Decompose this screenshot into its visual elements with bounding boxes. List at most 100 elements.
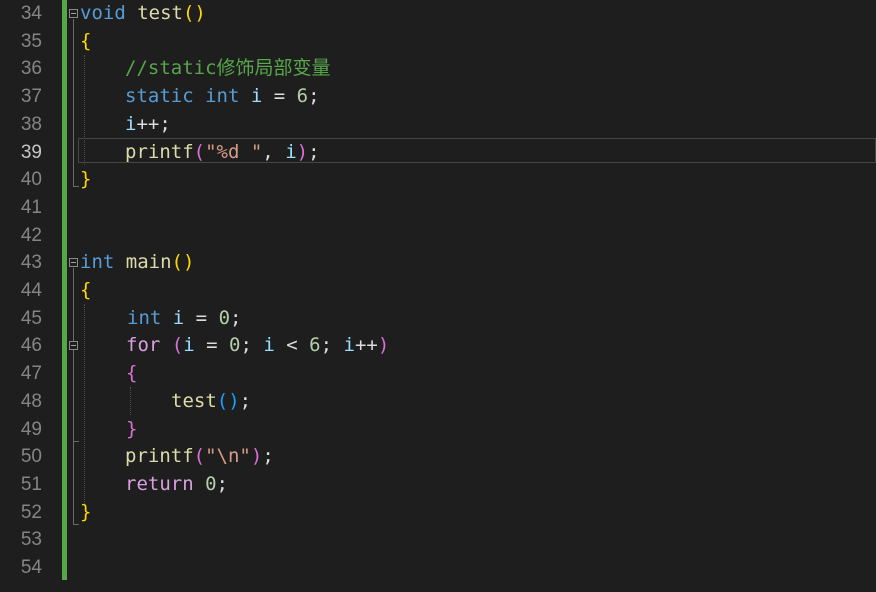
variable: i — [263, 334, 275, 357]
brace: } — [80, 168, 92, 191]
code-line-40[interactable]: } — [80, 166, 91, 193]
comment: //static修饰局部变量 — [125, 57, 331, 80]
fold-range-end — [73, 186, 79, 187]
semicolon: ; — [308, 85, 320, 108]
paren-close: ) — [250, 445, 263, 468]
line-number: 48 — [20, 390, 42, 412]
variable: i — [172, 306, 185, 329]
collapse-icon[interactable] — [69, 9, 78, 18]
brace: } — [126, 417, 138, 440]
line-number: 41 — [20, 196, 42, 218]
line-number: 40 — [20, 169, 42, 191]
semicolon: ; — [262, 445, 274, 468]
line-number: 53 — [20, 529, 42, 551]
code-line-35[interactable]: { — [80, 28, 91, 55]
code-line-46[interactable]: for (i = 0; i < 6; i++) — [126, 332, 389, 359]
semicolon: ; — [230, 306, 242, 329]
code-line-45[interactable]: int i = 0; — [127, 305, 241, 332]
change-tracking-bar — [62, 0, 67, 580]
code-line-37[interactable]: static int i = 6; — [125, 83, 320, 110]
line-number: 50 — [20, 446, 42, 468]
semicolon: ; — [240, 334, 264, 357]
code-line-49[interactable]: } — [126, 416, 137, 443]
brace: { — [126, 362, 138, 385]
operator: = — [262, 85, 297, 108]
code-line-44[interactable]: { — [80, 277, 91, 304]
indent-guide — [84, 55, 85, 165]
keyword: int — [205, 85, 240, 108]
line-number-current: 39 — [20, 141, 42, 163]
paren-close: ) — [296, 140, 309, 163]
fold-range-end — [73, 441, 79, 442]
collapse-icon[interactable] — [69, 341, 78, 350]
line-number: 43 — [20, 252, 42, 274]
operator: ++ — [354, 334, 378, 357]
operator: < — [274, 334, 310, 357]
code-line-39[interactable]: printf("%d ", i); — [125, 139, 320, 166]
operator: = — [184, 306, 219, 329]
variable: i — [183, 334, 195, 357]
semicolon: ; — [239, 389, 252, 412]
code-line-51[interactable]: return 0; — [125, 471, 228, 498]
code-line-52[interactable]: } — [80, 499, 91, 526]
line-number: 42 — [20, 224, 42, 246]
paren-close: ) — [377, 334, 390, 357]
line-number: 36 — [20, 58, 42, 80]
number: 0 — [229, 334, 241, 357]
keyword: return — [125, 472, 194, 495]
code-line-34[interactable]: void test() — [80, 0, 206, 27]
variable: i — [285, 140, 297, 163]
number: 6 — [296, 85, 309, 108]
paren-open: ( — [171, 334, 184, 357]
semicolon: ; — [216, 472, 228, 495]
comma: , — [262, 140, 286, 163]
fold-range-end — [73, 524, 79, 525]
code-line-38[interactable]: i++; — [125, 111, 171, 138]
function-name: main — [125, 251, 172, 274]
line-number: 47 — [20, 363, 42, 385]
fold-range-line — [73, 19, 74, 186]
function-name: printf — [125, 445, 194, 468]
brace: { — [80, 29, 92, 52]
brace: } — [80, 500, 92, 523]
code-editor[interactable]: 34 35 36 37 38 39 40 41 42 43 44 45 46 4… — [0, 0, 876, 592]
semicolon: ; — [320, 334, 344, 357]
parentheses: () — [182, 2, 206, 24]
line-number: 46 — [20, 335, 42, 357]
paren-open: ( — [193, 445, 206, 468]
keyword: int — [80, 251, 115, 274]
line-number: 44 — [20, 280, 42, 301]
operator: ++; — [136, 112, 171, 135]
line-number: 52 — [20, 501, 42, 523]
code-line-36[interactable]: //static修饰局部变量 — [125, 55, 331, 82]
parentheses: () — [216, 389, 240, 412]
string-literal: "\n" — [205, 445, 251, 468]
function-name: test — [137, 2, 183, 24]
number: 0 — [205, 472, 217, 495]
code-line-43[interactable]: int main() — [80, 249, 194, 276]
parentheses: () — [171, 251, 195, 274]
semicolon: ; — [308, 140, 320, 163]
keyword: for — [126, 334, 161, 357]
line-number: 45 — [20, 307, 42, 329]
keyword: void — [80, 2, 126, 24]
code-line-48[interactable]: test(); — [171, 388, 251, 415]
code-line-47[interactable]: { — [126, 360, 137, 387]
line-number: 37 — [20, 86, 42, 108]
number: 0 — [218, 306, 231, 329]
line-number: 34 — [20, 3, 42, 24]
function-name: test — [171, 389, 217, 412]
line-number: 35 — [20, 30, 42, 52]
collapse-icon[interactable] — [69, 258, 78, 267]
indent-guide — [130, 387, 131, 415]
variable: i — [343, 334, 355, 357]
variable: i — [250, 85, 263, 108]
keyword: int — [127, 306, 162, 329]
line-number: 54 — [20, 557, 42, 578]
code-line-50[interactable]: printf("\n"); — [125, 443, 274, 470]
brace: { — [80, 279, 92, 301]
string-literal: "%d " — [205, 140, 263, 163]
line-number-gutter: 34 35 36 37 38 39 40 41 42 43 44 45 46 4… — [0, 0, 62, 592]
line-number: 51 — [20, 473, 42, 495]
line-number: 49 — [20, 418, 42, 440]
